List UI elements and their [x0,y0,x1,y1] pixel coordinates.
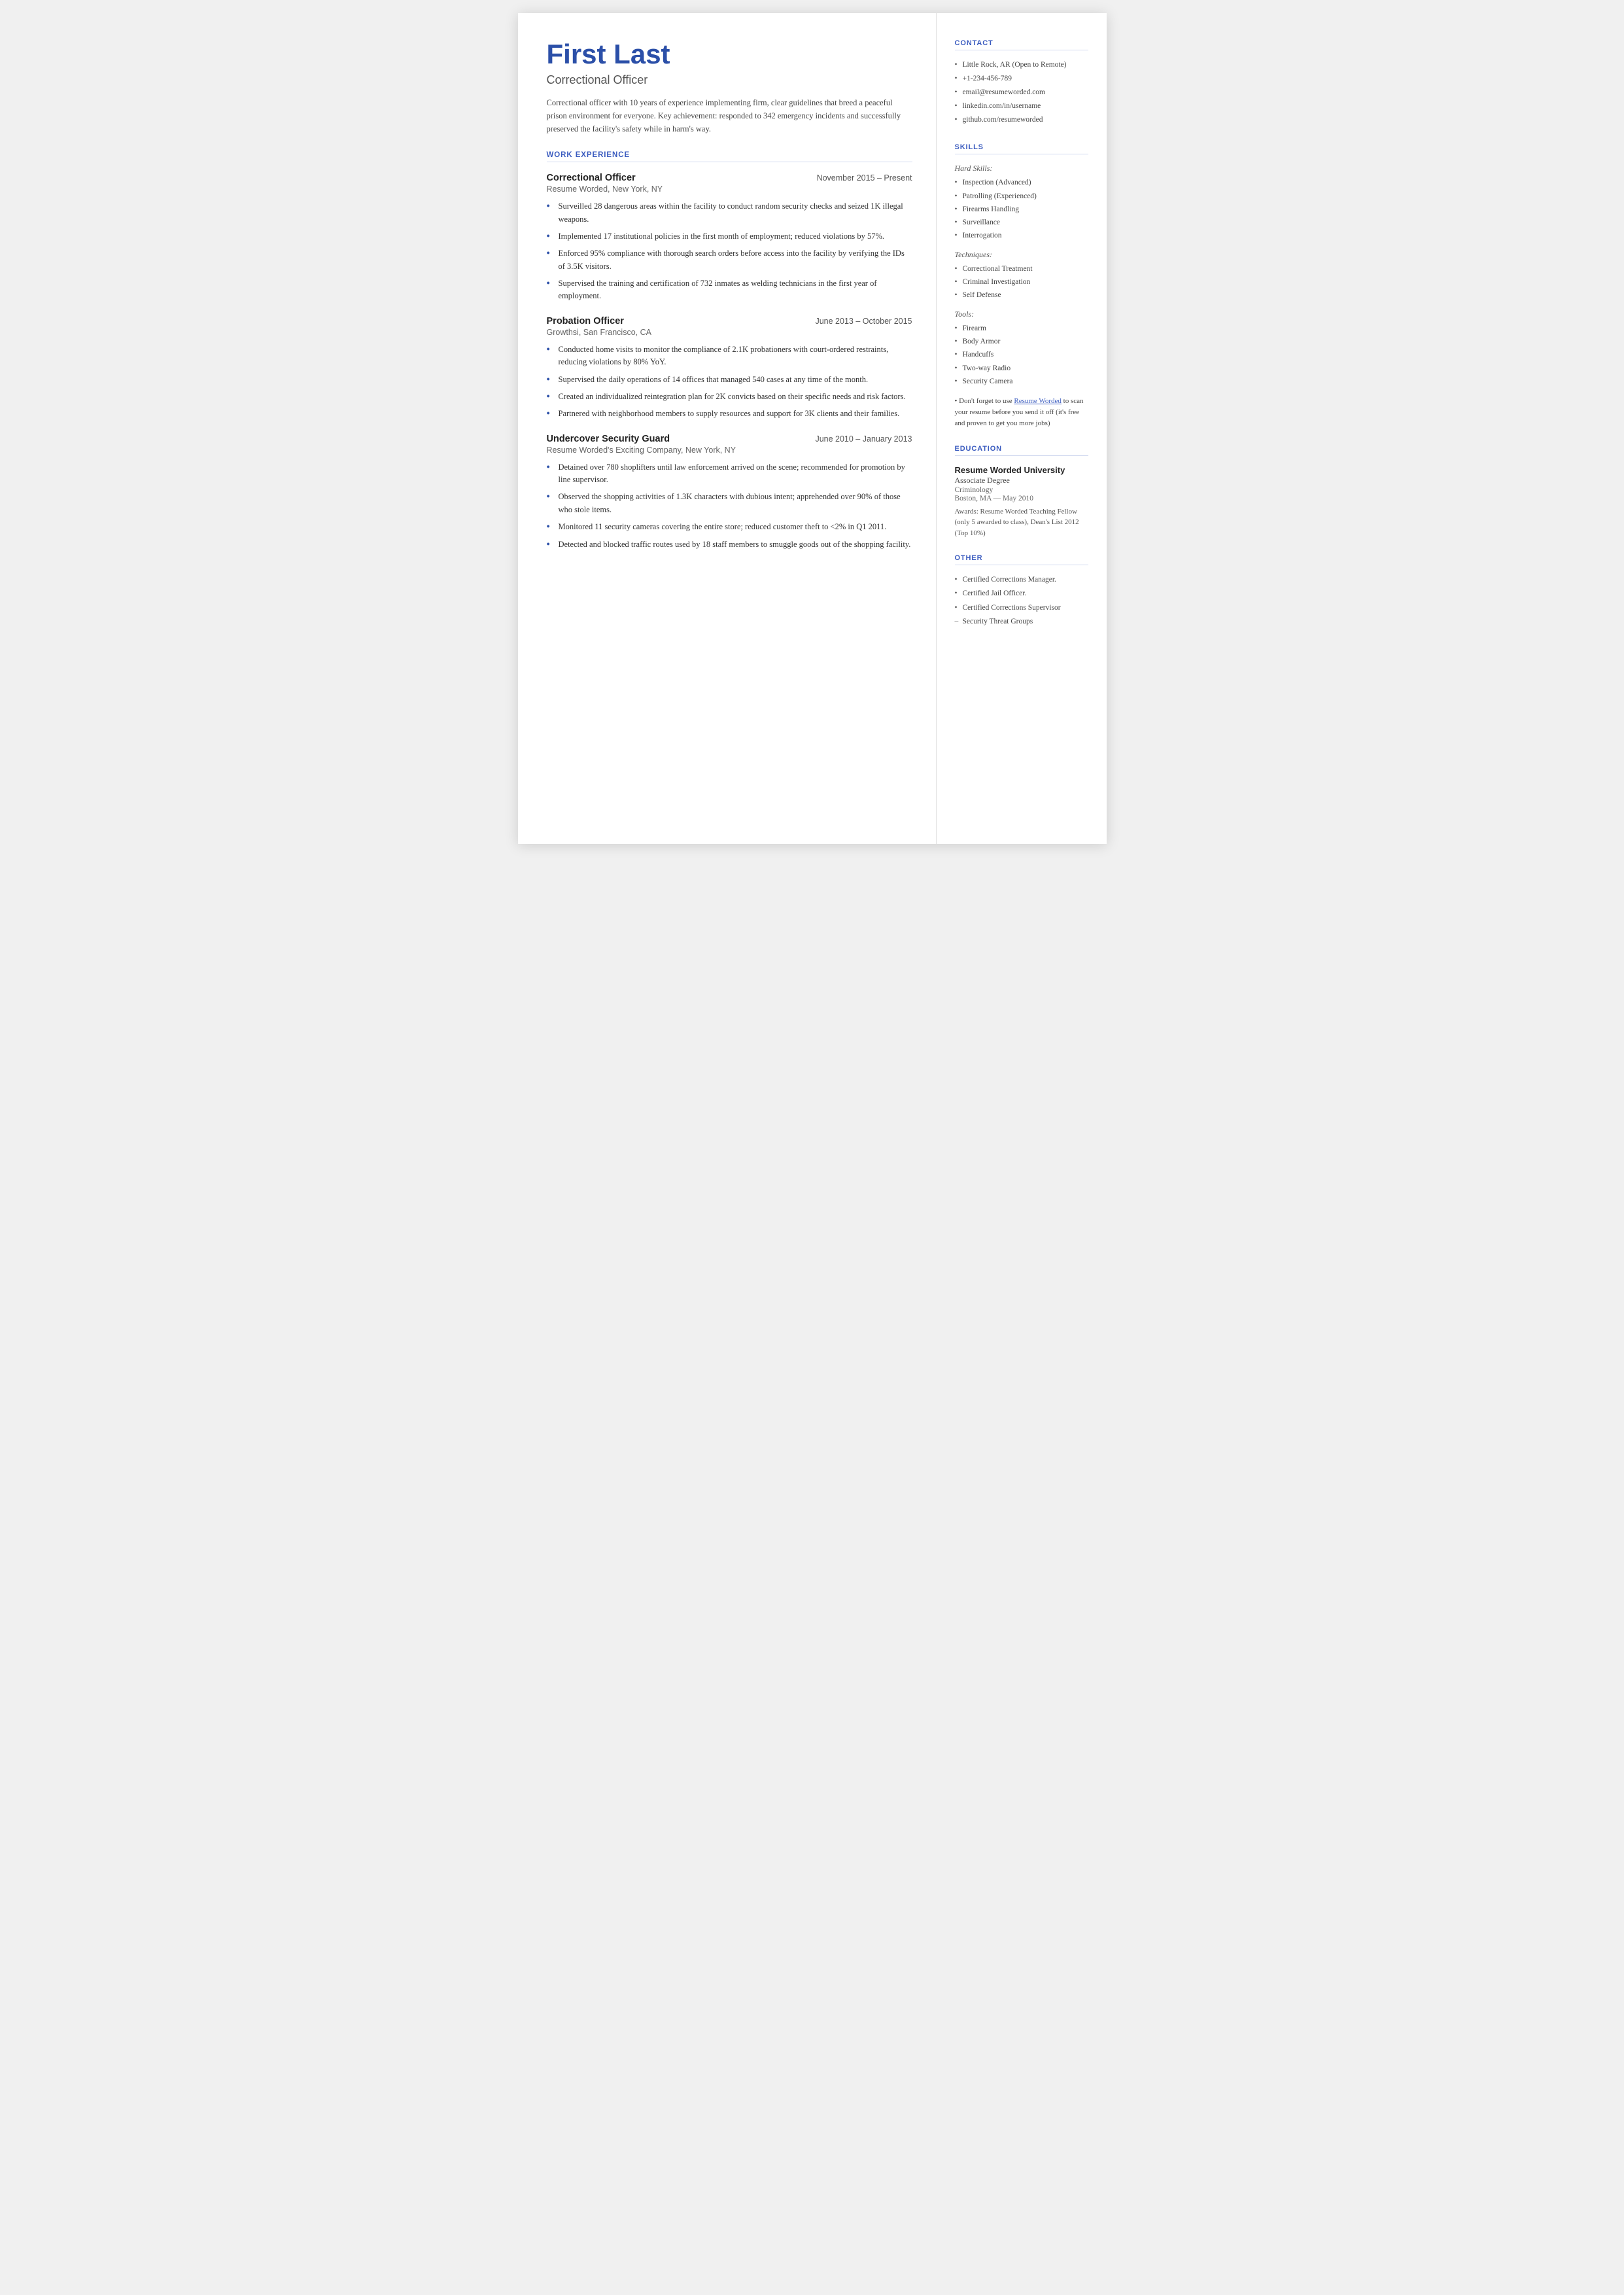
candidate-job-title: Correctional Officer [547,73,912,87]
job-2-header: Probation Officer June 2013 – October 20… [547,316,912,326]
other-list: Certified Corrections Manager. Certified… [955,574,1088,626]
list-item: Firearms Handling [955,204,1088,215]
list-item: Firearm [955,323,1088,334]
list-item: Handcuffs [955,349,1088,360]
work-experience-heading: WORK EXPERIENCE [547,151,912,162]
skills-note: • Don't forget to use Resume Worded to s… [955,396,1088,429]
list-item: Observed the shopping activities of 1.3K… [547,491,912,516]
list-item: github.com/resumeworded [955,114,1088,125]
list-item: Detained over 780 shoplifters until law … [547,461,912,487]
job-3-bullets: Detained over 780 shoplifters until law … [547,461,912,551]
right-column: CONTACT Little Rock, AR (Open to Remote)… [937,13,1107,844]
list-item: Certified Corrections Supervisor [955,603,1088,613]
list-item: Body Armor [955,336,1088,347]
list-item: Self Defense [955,290,1088,300]
skills-heading: SKILLS [955,143,1088,154]
candidate-name: First Last [547,39,912,69]
other-heading: OTHER [955,554,1088,565]
contact-heading: CONTACT [955,39,1088,50]
edu-location: Boston, MA — May 2010 [955,495,1088,502]
list-item: Conducted home visits to monitor the com… [547,343,912,369]
edu-school: Resume Worded University [955,465,1088,475]
list-item: Partnered with neighborhood members to s… [547,408,912,420]
resume-worded-link[interactable]: Resume Worded [1014,397,1062,405]
list-item: Inspection (Advanced) [955,177,1088,188]
list-item: Certified Jail Officer. [955,588,1088,599]
list-item: Certified Corrections Manager. [955,574,1088,585]
list-item: +1-234-456-789 [955,73,1088,84]
list-item: Created an individualized reintegration … [547,391,912,403]
job-1-header: Correctional Officer November 2015 – Pre… [547,173,912,183]
list-item: Little Rock, AR (Open to Remote) [955,60,1088,70]
job-3: Undercover Security Guard June 2010 – Ja… [547,434,912,551]
resume-page: First Last Correctional Officer Correcti… [518,13,1107,844]
list-item: linkedin.com/in/username [955,101,1088,111]
list-item: Criminal Investigation [955,277,1088,287]
techniques-label: Techniques: [955,250,1088,260]
tools-label: Tools: [955,309,1088,319]
list-item: Interrogation [955,230,1088,241]
tools-list: Firearm Body Armor Handcuffs Two-way Rad… [955,323,1088,386]
job-3-header: Undercover Security Guard June 2010 – Ja… [547,434,912,444]
job-3-title: Undercover Security Guard [547,434,670,444]
edu-degree: Associate Degree [955,476,1088,485]
job-2-dates: June 2013 – October 2015 [815,317,912,326]
list-item: Patrolling (Experienced) [955,191,1088,201]
candidate-summary: Correctional officer with 10 years of ex… [547,96,912,135]
list-item: Implemented 17 institutional policies in… [547,230,912,243]
contact-list: Little Rock, AR (Open to Remote) +1-234-… [955,60,1088,125]
list-item: Surveillance [955,217,1088,228]
job-3-dates: June 2010 – January 2013 [815,434,912,444]
list-item: email@resumeworded.com [955,87,1088,97]
edu-awards: Awards: Resume Worded Teaching Fellow (o… [955,506,1088,539]
job-1-bullets: Surveilled 28 dangerous areas within the… [547,200,912,303]
job-1-title: Correctional Officer [547,173,636,183]
list-item: Supervised the daily operations of 14 of… [547,374,912,386]
list-item: Surveilled 28 dangerous areas within the… [547,200,912,226]
job-2: Probation Officer June 2013 – October 20… [547,316,912,421]
edu-field: Criminology [955,486,1088,494]
job-2-company: Growthsi, San Francisco, CA [547,328,912,337]
list-item: Security Threat Groups [955,616,1088,627]
list-item: Two-way Radio [955,363,1088,374]
education-heading: EDUCATION [955,445,1088,456]
list-item: Enforced 95% compliance with thorough se… [547,247,912,273]
techniques-list: Correctional Treatment Criminal Investig… [955,264,1088,300]
hard-skills-label: Hard Skills: [955,164,1088,173]
hard-skills-list: Inspection (Advanced) Patrolling (Experi… [955,177,1088,240]
left-column: First Last Correctional Officer Correcti… [518,13,937,844]
job-1-company: Resume Worded, New York, NY [547,184,912,194]
job-1-dates: November 2015 – Present [817,173,912,183]
job-2-bullets: Conducted home visits to monitor the com… [547,343,912,421]
job-3-company: Resume Worded's Exciting Company, New Yo… [547,446,912,455]
job-2-title: Probation Officer [547,316,624,326]
list-item: Monitored 11 security cameras covering t… [547,521,912,533]
list-item: Correctional Treatment [955,264,1088,274]
job-1: Correctional Officer November 2015 – Pre… [547,173,912,303]
list-item: Security Camera [955,376,1088,387]
list-item: Supervised the training and certificatio… [547,277,912,303]
list-item: Detected and blocked traffic routes used… [547,538,912,551]
